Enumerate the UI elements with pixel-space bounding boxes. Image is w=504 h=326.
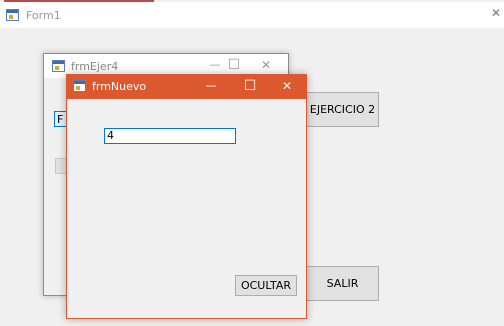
ejercicio2-button[interactable]: EJERCICIO 2	[306, 92, 379, 127]
frmejer4-title: frmEjer4	[71, 60, 119, 73]
form1-app-icon	[6, 9, 19, 21]
form1-close-icon[interactable]: ✕	[488, 7, 504, 19]
frmnuevo-maximize-icon[interactable]: ☐	[242, 79, 258, 93]
frmejer4-close-icon[interactable]: ✕	[258, 59, 274, 71]
frmnuevo-window: frmNuevo — ☐ ✕ 4 OCULTAR	[66, 74, 307, 319]
frmnuevo-text-value: 4	[107, 129, 114, 142]
frmnuevo-close-icon[interactable]: ✕	[279, 80, 295, 92]
frmnuevo-minimize-icon[interactable]: —	[203, 80, 219, 91]
form1-title: Form1	[26, 9, 61, 22]
ocultar-button[interactable]: OCULTAR	[235, 275, 297, 296]
frmejer4-app-icon	[52, 60, 65, 72]
frmnuevo-title: frmNuevo	[92, 80, 147, 93]
frmnuevo-app-icon	[73, 80, 86, 92]
frmejer4-maximize-icon[interactable]: ☐	[226, 58, 242, 72]
salir-button[interactable]: SALIR	[306, 266, 379, 301]
frmnuevo-text-input[interactable]: 4	[104, 128, 236, 144]
form1-titlebar[interactable]	[0, 2, 504, 28]
frmejer4-minimize-icon[interactable]: —	[207, 59, 223, 70]
